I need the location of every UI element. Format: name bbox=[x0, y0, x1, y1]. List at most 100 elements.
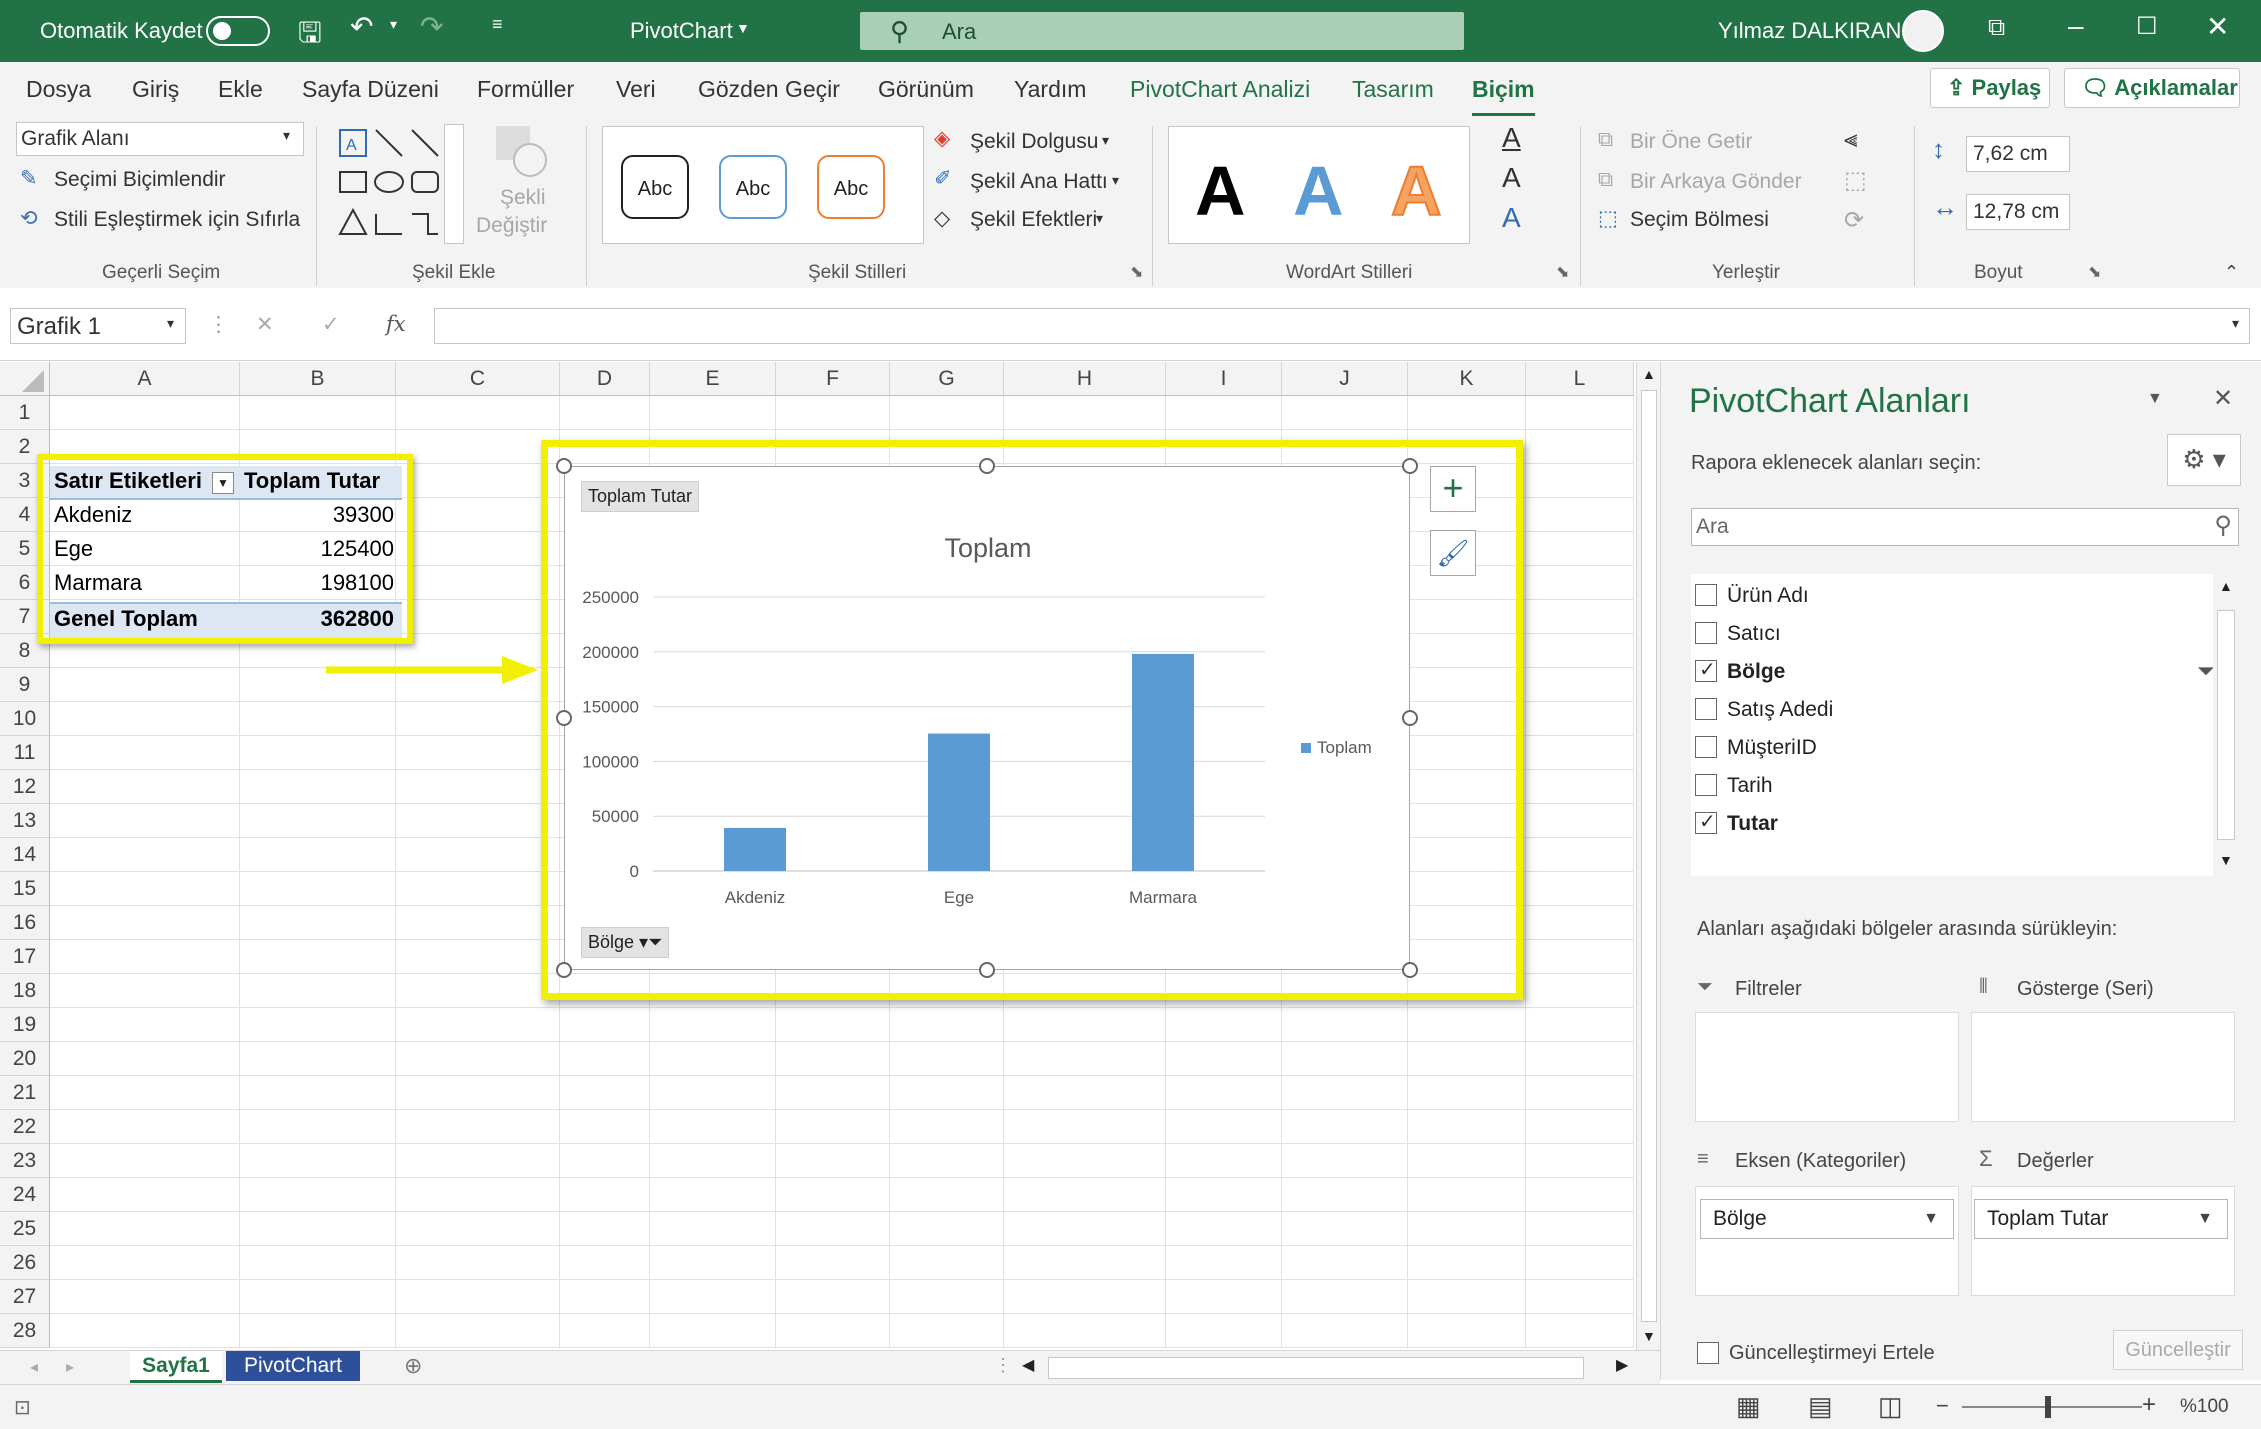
align-icon[interactable]: ⫷ bbox=[1844, 126, 1858, 154]
column-header[interactable]: A bbox=[50, 362, 240, 396]
shapes-gallery-scroll[interactable] bbox=[444, 124, 464, 244]
column-header[interactable]: H bbox=[1004, 362, 1166, 396]
tab-page-layout[interactable]: Sayfa Düzeni bbox=[302, 76, 439, 103]
page-break-view-icon[interactable]: ◫ bbox=[1878, 1391, 1903, 1422]
horizontal-scroll-thumb[interactable] bbox=[1048, 1357, 1584, 1379]
split-handle-icon[interactable]: ⋮ bbox=[994, 1355, 1012, 1376]
text-fill-icon[interactable]: A bbox=[1502, 122, 1521, 154]
row-header[interactable]: 26 bbox=[0, 1246, 50, 1280]
scroll-left-icon[interactable]: ◂ bbox=[30, 1357, 38, 1377]
row-header[interactable]: 10 bbox=[0, 702, 50, 736]
insert-function-icon[interactable]: fx bbox=[386, 312, 406, 336]
tab-format[interactable]: Biçim bbox=[1472, 76, 1535, 117]
undo-icon[interactable]: ↶ bbox=[350, 10, 373, 43]
name-box[interactable]: Grafik 1 ▾ bbox=[10, 308, 186, 344]
wordart-style-1[interactable]: A bbox=[1195, 151, 1246, 231]
macro-record-icon[interactable]: ⊡ bbox=[14, 1395, 31, 1420]
column-header[interactable]: L bbox=[1526, 362, 1634, 396]
field-checkbox[interactable] bbox=[1695, 774, 1717, 796]
defer-update-checkbox[interactable] bbox=[1697, 1342, 1719, 1364]
row-header[interactable]: 17 bbox=[0, 940, 50, 974]
shape-effects-button[interactable]: Şekil Efektleri bbox=[970, 208, 1097, 232]
zoom-slider[interactable] bbox=[1962, 1406, 2142, 1408]
filter-icon[interactable]: ⏷ bbox=[2197, 658, 2215, 684]
field-name[interactable]: Tarih bbox=[1727, 774, 1773, 798]
add-sheet-icon[interactable]: ⊕ bbox=[404, 1353, 422, 1379]
autosave-toggle[interactable] bbox=[206, 16, 270, 46]
scroll-right-icon[interactable]: ▶ bbox=[1616, 1355, 1628, 1375]
normal-view-icon[interactable]: ▦ bbox=[1736, 1391, 1761, 1422]
row-header[interactable]: 23 bbox=[0, 1144, 50, 1178]
wordart-style-3[interactable]: A bbox=[1390, 151, 1443, 231]
column-header[interactable]: G bbox=[890, 362, 1004, 396]
undo-dropdown-icon[interactable]: ▾ bbox=[390, 16, 397, 33]
dialog-launcher-icon[interactable]: ⬊ bbox=[2088, 262, 2101, 282]
field-name[interactable]: Satıcı bbox=[1727, 622, 1781, 646]
row-header[interactable]: 13 bbox=[0, 804, 50, 838]
field-name[interactable]: MüşteriID bbox=[1727, 736, 1817, 760]
resize-handle[interactable] bbox=[1402, 710, 1418, 726]
pane-options-icon[interactable]: ▼ bbox=[2147, 390, 2163, 408]
save-icon[interactable]: 🖫 bbox=[298, 12, 322, 60]
row-header[interactable]: 9 bbox=[0, 668, 50, 702]
resize-handle[interactable] bbox=[1402, 458, 1418, 474]
chart-element-dropdown[interactable]: Grafik Alanı ▾ bbox=[16, 122, 304, 156]
column-header[interactable]: F bbox=[776, 362, 890, 396]
tab-data[interactable]: Veri bbox=[616, 76, 656, 103]
row-header[interactable]: 22 bbox=[0, 1110, 50, 1144]
row-header[interactable]: 20 bbox=[0, 1042, 50, 1076]
resize-handle[interactable] bbox=[979, 458, 995, 474]
zoom-slider-thumb[interactable] bbox=[2045, 1396, 2051, 1418]
column-header[interactable]: B bbox=[240, 362, 396, 396]
row-header[interactable]: 14 bbox=[0, 838, 50, 872]
chevron-down-icon[interactable]: ▾ bbox=[1112, 172, 1119, 189]
shape-styles-gallery[interactable]: Abc Abc Abc bbox=[602, 126, 924, 244]
cancel-icon[interactable]: ✕ bbox=[256, 312, 274, 337]
column-header[interactable]: C bbox=[396, 362, 560, 396]
row-header[interactable]: 1 bbox=[0, 396, 50, 430]
column-header[interactable]: D bbox=[560, 362, 650, 396]
row-header[interactable]: 11 bbox=[0, 736, 50, 770]
scroll-up-icon[interactable]: ▲ bbox=[2219, 578, 2233, 594]
shape-style-2[interactable]: Abc bbox=[719, 155, 787, 219]
tab-pivotchart-analyze[interactable]: PivotChart Analizi bbox=[1130, 76, 1310, 103]
tab-file[interactable]: Dosya bbox=[26, 76, 91, 103]
search-box[interactable]: ⚲ Ara bbox=[860, 12, 1464, 50]
select-all-corner[interactable] bbox=[0, 362, 50, 396]
axis-area[interactable]: Bölge ▼ bbox=[1695, 1186, 1959, 1296]
field-name[interactable]: Tutar bbox=[1727, 812, 1778, 836]
field-checkbox[interactable] bbox=[1695, 584, 1717, 606]
resize-handle[interactable] bbox=[556, 710, 572, 726]
customize-qat-icon[interactable]: ≡ bbox=[492, 14, 503, 35]
row-header[interactable]: 12 bbox=[0, 770, 50, 804]
field-search-input[interactable]: Ara ⚲ bbox=[1691, 508, 2239, 546]
field-checkbox[interactable] bbox=[1695, 657, 1717, 682]
resize-handle[interactable] bbox=[556, 458, 572, 474]
row-header[interactable]: 25 bbox=[0, 1212, 50, 1246]
chart-styles-button[interactable]: 🖌 bbox=[1430, 530, 1476, 576]
shape-fill-button[interactable]: Şekil Dolgusu bbox=[970, 130, 1098, 154]
column-header[interactable]: J bbox=[1282, 362, 1408, 396]
title-dropdown-icon[interactable]: ▼ bbox=[736, 20, 750, 36]
chevron-down-icon[interactable]: ▾ bbox=[1102, 132, 1109, 149]
chart-plot[interactable]: 250000 200000 150000 100000 50000 0 Akdeniz Ege… bbox=[565, 467, 1411, 971]
row-header[interactable]: 19 bbox=[0, 1008, 50, 1042]
bar[interactable] bbox=[1132, 653, 1194, 871]
tab-insert[interactable]: Ekle bbox=[218, 76, 263, 103]
close-icon[interactable]: ✕ bbox=[2213, 384, 2233, 413]
zoom-out-icon[interactable]: − bbox=[1936, 1393, 1949, 1419]
scroll-up-icon[interactable]: ▲ bbox=[1642, 366, 1656, 382]
ribbon-display-icon[interactable]: ⧉ bbox=[1988, 14, 2005, 42]
row-header[interactable]: 28 bbox=[0, 1314, 50, 1348]
scroll-left-icon[interactable]: ◀ bbox=[1022, 1355, 1034, 1375]
column-header[interactable]: E bbox=[650, 362, 776, 396]
resize-handle[interactable] bbox=[556, 962, 572, 978]
row-header[interactable]: 21 bbox=[0, 1076, 50, 1110]
row-header[interactable]: 15 bbox=[0, 872, 50, 906]
field-checkbox[interactable] bbox=[1695, 736, 1717, 758]
row-header[interactable]: 27 bbox=[0, 1280, 50, 1314]
tab-home[interactable]: Giriş bbox=[132, 76, 179, 103]
field-list-scrollbar[interactable]: ▲ ▼ bbox=[2213, 574, 2239, 876]
sheet-tab-pivotchart[interactable]: PivotChart bbox=[226, 1351, 360, 1381]
row-header[interactable]: 24 bbox=[0, 1178, 50, 1212]
